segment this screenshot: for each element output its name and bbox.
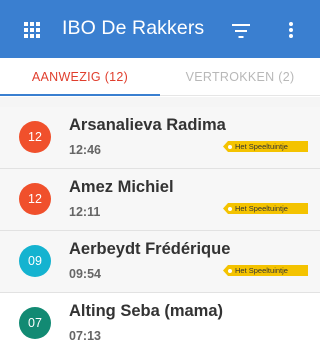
group-badge: Het Speeltuintje — [223, 141, 308, 152]
tab-vertrokken[interactable]: VERTROKKEN (2) — [160, 58, 320, 96]
group-badge-label: Het Speeltuintje — [235, 204, 288, 213]
badge-dot-icon — [228, 144, 232, 149]
avatar: 07 — [19, 307, 51, 339]
grid-menu-icon[interactable] — [24, 22, 40, 38]
list-item[interactable]: 07 Alting Seba (mama) 07:13 — [0, 293, 320, 355]
badge-dot-icon — [228, 206, 232, 211]
more-vertical-icon[interactable] — [287, 20, 295, 40]
filter-icon[interactable] — [232, 24, 250, 38]
arrival-time: 09:54 — [69, 267, 101, 281]
avatar: 12 — [19, 183, 51, 215]
list-top-spacer — [0, 97, 320, 107]
active-tab-indicator — [0, 94, 160, 96]
list-item[interactable]: 12 Arsanalieva Radima 12:46 Het Speeltui… — [0, 107, 320, 169]
avatar: 09 — [19, 245, 51, 277]
tab-bar: AANWEZIG (12) VERTROKKEN (2) — [0, 58, 320, 96]
arrival-time: 12:46 — [69, 143, 101, 157]
arrival-time: 12:11 — [69, 205, 101, 219]
group-badge: Het Speeltuintje — [223, 265, 308, 276]
tab-aanwezig[interactable]: AANWEZIG (12) — [0, 58, 160, 96]
child-list: 12 Arsanalieva Radima 12:46 Het Speeltui… — [0, 107, 320, 355]
child-name: Alting Seba (mama) — [69, 302, 224, 320]
list-item[interactable]: 09 Aerbeydt Frédérique 09:54 Het Speeltu… — [0, 231, 320, 293]
group-badge: Het Speeltuintje — [223, 203, 308, 214]
child-name: Arsanalieva Radima — [69, 116, 226, 134]
badge-dot-icon — [228, 268, 232, 273]
arrival-time: 07:13 — [69, 329, 101, 343]
child-name: Aerbeydt Frédérique — [69, 240, 231, 258]
list-item[interactable]: 12 Amez Michiel 12:11 Het Speeltuintje — [0, 169, 320, 231]
app-title: IBO De Rakkers — [62, 17, 205, 39]
group-badge-label: Het Speeltuintje — [235, 266, 288, 275]
app-bar: IBO De Rakkers — [0, 0, 320, 58]
group-badge-label: Het Speeltuintje — [235, 142, 288, 151]
avatar: 12 — [19, 121, 51, 153]
child-name: Amez Michiel — [69, 178, 174, 196]
